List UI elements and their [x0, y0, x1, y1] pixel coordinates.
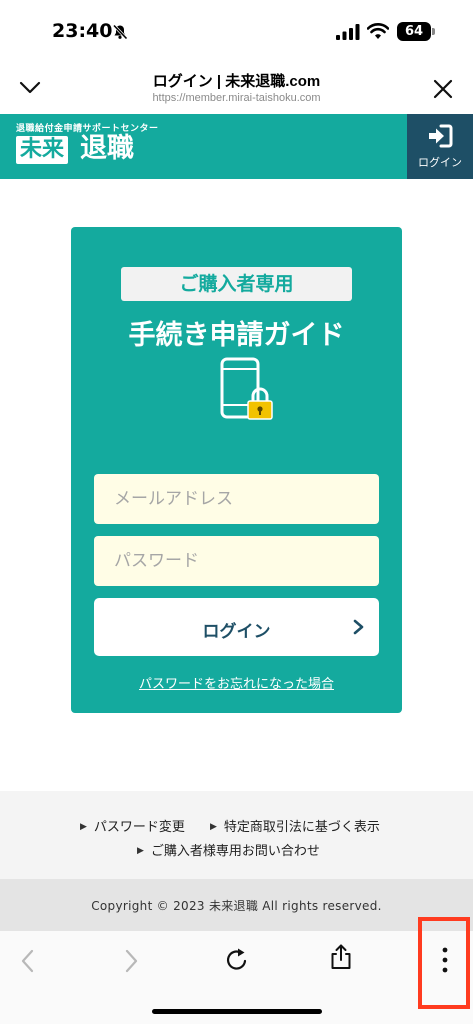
- footer-link-label: 特定商取引法に基づく表示: [223, 820, 380, 835]
- footer-link-label: パスワード変更: [93, 820, 185, 835]
- triangle-icon: ▶: [137, 846, 144, 856]
- forward-icon[interactable]: [121, 948, 141, 974]
- email-field[interactable]: [94, 474, 379, 524]
- site-header: 退職給付金申請サポートセンター 未来 退職 ログイン: [0, 114, 473, 179]
- login-card: ご購入者専用 手続き申請ガイド ログイン パスワードをお忘れになった場合: [71, 227, 402, 713]
- phone-lock-icon: [220, 357, 273, 420]
- reload-icon[interactable]: [224, 947, 250, 973]
- highlight-box: [418, 917, 470, 1009]
- wifi-icon: [367, 23, 389, 39]
- logo-box[interactable]: 未来: [16, 136, 69, 164]
- triangle-icon: ▶: [80, 822, 87, 832]
- header-login-label: ログイン: [418, 156, 462, 169]
- footer-link-contact[interactable]: ▶ ご購入者様専用お問い合わせ: [137, 840, 320, 859]
- footer-link-legal[interactable]: ▶ 特定商取引法に基づく表示: [210, 816, 380, 835]
- triangle-icon: ▶: [210, 822, 217, 832]
- page-url[interactable]: https://member.mirai-taishoku.com: [80, 92, 393, 104]
- close-icon[interactable]: [432, 78, 454, 100]
- chevron-down-icon[interactable]: [18, 76, 42, 100]
- footer-link-password-change[interactable]: ▶ パスワード変更: [80, 816, 185, 835]
- back-icon[interactable]: [18, 948, 38, 974]
- footer-link-label: ご購入者様専用お問い合わせ: [150, 844, 320, 859]
- browser-header: ログイン | 未来退職.com https://member.mirai-tai…: [0, 62, 473, 114]
- copyright-bar: Copyright © 2023 未来退職 All rights reserve…: [0, 879, 473, 931]
- login-icon: [429, 124, 453, 148]
- page-title: ログイン | 未来退職.com: [152, 73, 321, 90]
- home-indicator: [152, 1009, 322, 1014]
- card-badge: ご購入者専用: [121, 267, 352, 301]
- battery-icon: 64: [397, 22, 435, 41]
- header-login-button[interactable]: ログイン: [407, 114, 473, 179]
- login-button-label: ログイン: [202, 622, 271, 642]
- share-icon[interactable]: [329, 943, 353, 971]
- footer-links: ▶ パスワード変更 ▶ 特定商取引法に基づく表示 ▶ ご購入者様専用お問い合わせ: [0, 791, 473, 879]
- status-time: 23:40: [52, 20, 113, 42]
- signal-icon: [336, 24, 360, 40]
- status-bar: 23:40 64: [0, 0, 473, 62]
- forgot-password-link[interactable]: パスワードをお忘れになった場合: [71, 673, 402, 692]
- card-title: 手続き申請ガイド: [128, 320, 345, 351]
- logo-main[interactable]: 退職: [80, 134, 134, 164]
- copyright: Copyright © 2023 未来退職 All rights reserve…: [91, 899, 382, 913]
- login-button[interactable]: ログイン: [94, 598, 379, 656]
- password-field[interactable]: [94, 536, 379, 586]
- chevron-right-icon: [353, 619, 364, 635]
- bell-slash-icon: [112, 24, 128, 40]
